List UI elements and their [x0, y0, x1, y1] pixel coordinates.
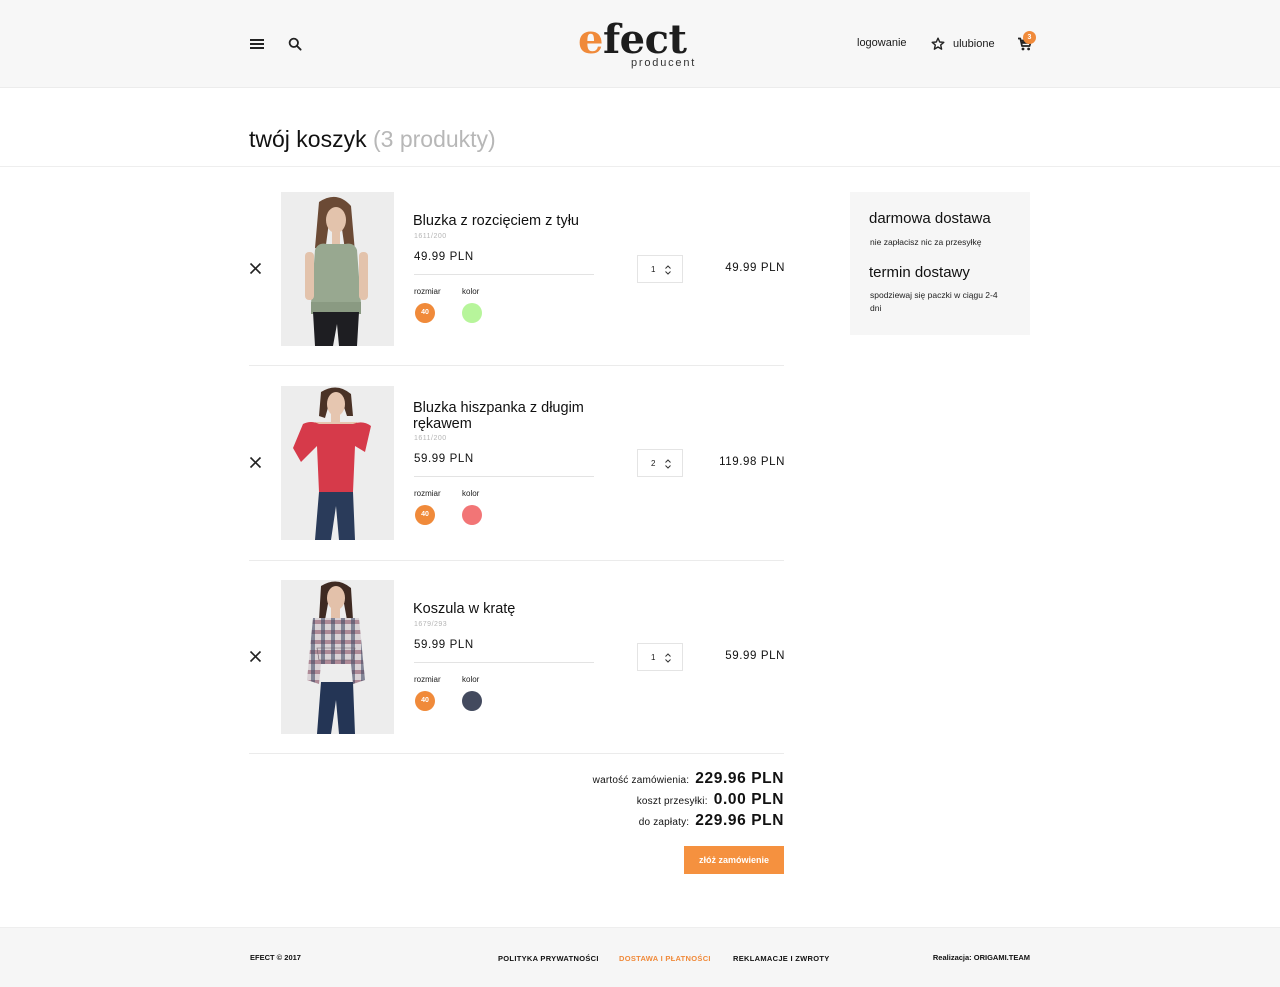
- size-label: rozmiar: [414, 675, 441, 684]
- delivery-info-box: darmowa dostawa nie zapłacisz nic za prz…: [850, 192, 1030, 335]
- item-separator: [249, 753, 784, 754]
- site-header: efect producent logowanie ulubione 3: [0, 0, 1280, 88]
- cart-item: Koszula w kratę 1679/293 59.99 PLN rozmi…: [249, 580, 785, 734]
- unit-price: 59.99 PLN: [414, 453, 474, 465]
- delivery-time-title: termin dostawy: [869, 264, 970, 281]
- star-icon: [931, 37, 945, 50]
- product-image[interactable]: [281, 580, 394, 734]
- quantity-stepper[interactable]: 1: [637, 255, 683, 283]
- product-sku: 1679/293: [414, 621, 448, 628]
- favorites-label: ulubione: [953, 38, 995, 50]
- line-total: 49.99 PLN: [725, 262, 785, 274]
- title-divider: [0, 166, 1280, 167]
- remove-icon[interactable]: [249, 456, 262, 469]
- item-divider: [414, 662, 594, 663]
- product-name[interactable]: Koszula w kratę: [413, 601, 603, 617]
- quantity-stepper[interactable]: 1: [637, 643, 683, 671]
- site-footer: EFECT © 2017 POLITYKA PRYWATNOŚCI DOSTAW…: [0, 927, 1280, 987]
- order-value-row: wartość zamówienia: 229.96 PLN: [593, 770, 784, 788]
- logo[interactable]: efect producent: [578, 14, 708, 74]
- login-link[interactable]: logowanie: [857, 37, 907, 49]
- credit-link[interactable]: Realizacja: ORIGAMI.TEAM: [933, 953, 1030, 962]
- logo-subtitle: producent: [631, 57, 697, 69]
- product-sku: 1611/200: [414, 233, 447, 240]
- free-delivery-text: nie zapłacisz nic za przesyłkę: [870, 237, 982, 247]
- quantity-value: 2: [651, 459, 656, 468]
- color-swatch[interactable]: [462, 691, 482, 711]
- line-total: 59.99 PLN: [725, 650, 785, 662]
- favorites-link[interactable]: ulubione: [931, 36, 995, 52]
- shipping-value: 0.00 PLN: [713, 791, 784, 808]
- page-title-text: twój koszyk: [249, 126, 367, 152]
- to-pay-value: 229.96 PLN: [695, 812, 784, 829]
- color-label: kolor: [462, 287, 480, 296]
- line-total: 119.98 PLN: [719, 456, 785, 468]
- product-image[interactable]: [281, 192, 394, 346]
- remove-icon[interactable]: [249, 650, 262, 663]
- size-label: rozmiar: [414, 287, 441, 296]
- size-badge[interactable]: 40: [415, 691, 435, 711]
- logo-e: e: [578, 16, 603, 63]
- page-title: twój koszyk (3 produkty): [249, 126, 496, 153]
- copyright: EFECT © 2017: [250, 953, 301, 962]
- size-label: rozmiar: [414, 489, 441, 498]
- returns-link[interactable]: REKLAMACJE I ZWROTY: [733, 954, 830, 963]
- stepper-arrows-icon[interactable]: [665, 264, 671, 276]
- place-order-button[interactable]: złóż zamówienie: [684, 846, 784, 874]
- quantity-value: 1: [651, 653, 656, 662]
- shipping-row: koszt przesyłki: 0.00 PLN: [637, 791, 784, 809]
- item-separator: [249, 365, 784, 366]
- cart-item: Bluzka hiszpanka z długim rękawem 1611/2…: [249, 386, 785, 540]
- quantity-value: 1: [651, 265, 656, 274]
- order-value: 229.96 PLN: [695, 770, 784, 787]
- product-count: (3 produkty): [372, 126, 496, 152]
- size-badge[interactable]: 40: [415, 303, 435, 323]
- to-pay-row: do zapłaty: 229.96 PLN: [639, 812, 784, 830]
- item-separator: [249, 560, 784, 561]
- item-divider: [414, 274, 594, 275]
- menu-icon[interactable]: [250, 39, 264, 49]
- logo-text: fect: [602, 16, 687, 63]
- cart-item: Bluzka z rozcięciem z tyłu 1611/200 49.9…: [249, 192, 785, 346]
- color-label: kolor: [462, 489, 480, 498]
- color-swatch[interactable]: [462, 303, 482, 323]
- shipping-label: koszt przesyłki:: [636, 796, 708, 807]
- cart-count-badge: 3: [1023, 31, 1036, 44]
- stepper-arrows-icon[interactable]: [665, 652, 671, 664]
- delivery-time-text: spodziewaj się paczki w ciągu 2-4 dni: [870, 290, 998, 313]
- color-label: kolor: [462, 675, 480, 684]
- stepper-arrows-icon[interactable]: [665, 458, 671, 470]
- quantity-stepper[interactable]: 2: [637, 449, 683, 477]
- product-name[interactable]: Bluzka z rozcięciem z tyłu: [413, 213, 603, 229]
- product-image[interactable]: [281, 386, 394, 540]
- unit-price: 49.99 PLN: [414, 251, 474, 263]
- unit-price: 59.99 PLN: [414, 639, 474, 651]
- privacy-policy-link[interactable]: POLITYKA PRYWATNOŚCI: [498, 954, 599, 963]
- free-delivery-title: darmowa dostawa: [869, 210, 991, 227]
- color-swatch[interactable]: [462, 505, 482, 525]
- remove-icon[interactable]: [249, 262, 262, 275]
- order-value-label: wartość zamówienia:: [592, 775, 690, 786]
- item-divider: [414, 476, 594, 477]
- product-sku: 1611/200: [414, 435, 447, 442]
- search-icon[interactable]: [288, 37, 302, 51]
- delivery-payment-link[interactable]: DOSTAWA I PŁATNOŚCI: [619, 954, 711, 963]
- to-pay-label: do zapłaty:: [638, 817, 690, 828]
- size-badge[interactable]: 40: [415, 505, 435, 525]
- product-name[interactable]: Bluzka hiszpanka z długim rękawem: [413, 400, 603, 432]
